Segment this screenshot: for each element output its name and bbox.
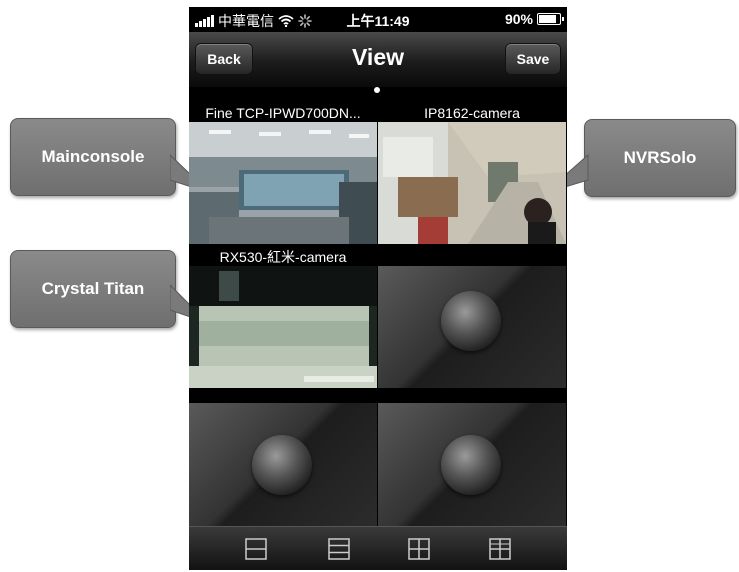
battery-percent: 90% — [504, 11, 533, 27]
save-button-label: Save — [516, 51, 550, 67]
empty-slot-6 — [378, 403, 566, 526]
nav-bar: Back View Save — [189, 32, 567, 87]
save-button[interactable]: Save — [505, 43, 561, 75]
camera-placeholder-icon — [441, 435, 501, 495]
camera-feed-3 — [189, 266, 377, 388]
callout-nvrsolo-label: NVRSolo — [623, 148, 697, 167]
callout-nvrsolo: NVRSolo — [584, 119, 736, 197]
page-indicator-dot[interactable] — [374, 87, 380, 93]
camera-tile-2[interactable]: IP8162-camera — [378, 105, 566, 248]
camera-tile-2-label: IP8162-camera — [424, 105, 520, 121]
empty-slot-5 — [189, 403, 377, 526]
phone-screen: 中華電信 上午11:49 90% Back View Save Fine TCP… — [189, 7, 567, 570]
layout-toolbar — [189, 526, 567, 570]
status-bar: 中華電信 上午11:49 90% — [189, 7, 567, 32]
camera-tile-6[interactable] — [378, 393, 566, 536]
camera-placeholder-icon — [441, 291, 501, 351]
camera-tile-4-label — [378, 249, 566, 266]
camera-tile-3-label: RX530-紅米-camera — [219, 249, 347, 265]
layout-1x3-icon[interactable] — [328, 538, 350, 560]
callout-crystal-titan-label: Crystal Titan — [41, 279, 145, 298]
callout-crystal-titan: Crystal Titan — [10, 250, 176, 328]
camera-feed-2 — [378, 122, 566, 244]
layout-3x3-icon[interactable] — [489, 538, 511, 560]
camera-tile-1-label: Fine TCP-IPWD700DN... — [205, 105, 361, 121]
callout-mainconsole-label: Mainconsole — [41, 147, 145, 166]
camera-feed-1 — [189, 122, 377, 244]
layout-1x2-icon[interactable] — [245, 538, 267, 560]
camera-placeholder-icon — [252, 435, 312, 495]
camera-tile-3[interactable]: RX530-紅米-camera — [189, 249, 377, 392]
callout-mainconsole: Mainconsole — [10, 118, 176, 196]
camera-tile-4[interactable] — [378, 249, 566, 392]
layout-2x2-icon[interactable] — [408, 538, 430, 560]
empty-slot-4 — [378, 266, 566, 388]
battery-icon — [537, 13, 564, 25]
camera-tile-5[interactable] — [189, 393, 377, 536]
camera-tile-1[interactable]: Fine TCP-IPWD700DN... — [189, 105, 377, 248]
